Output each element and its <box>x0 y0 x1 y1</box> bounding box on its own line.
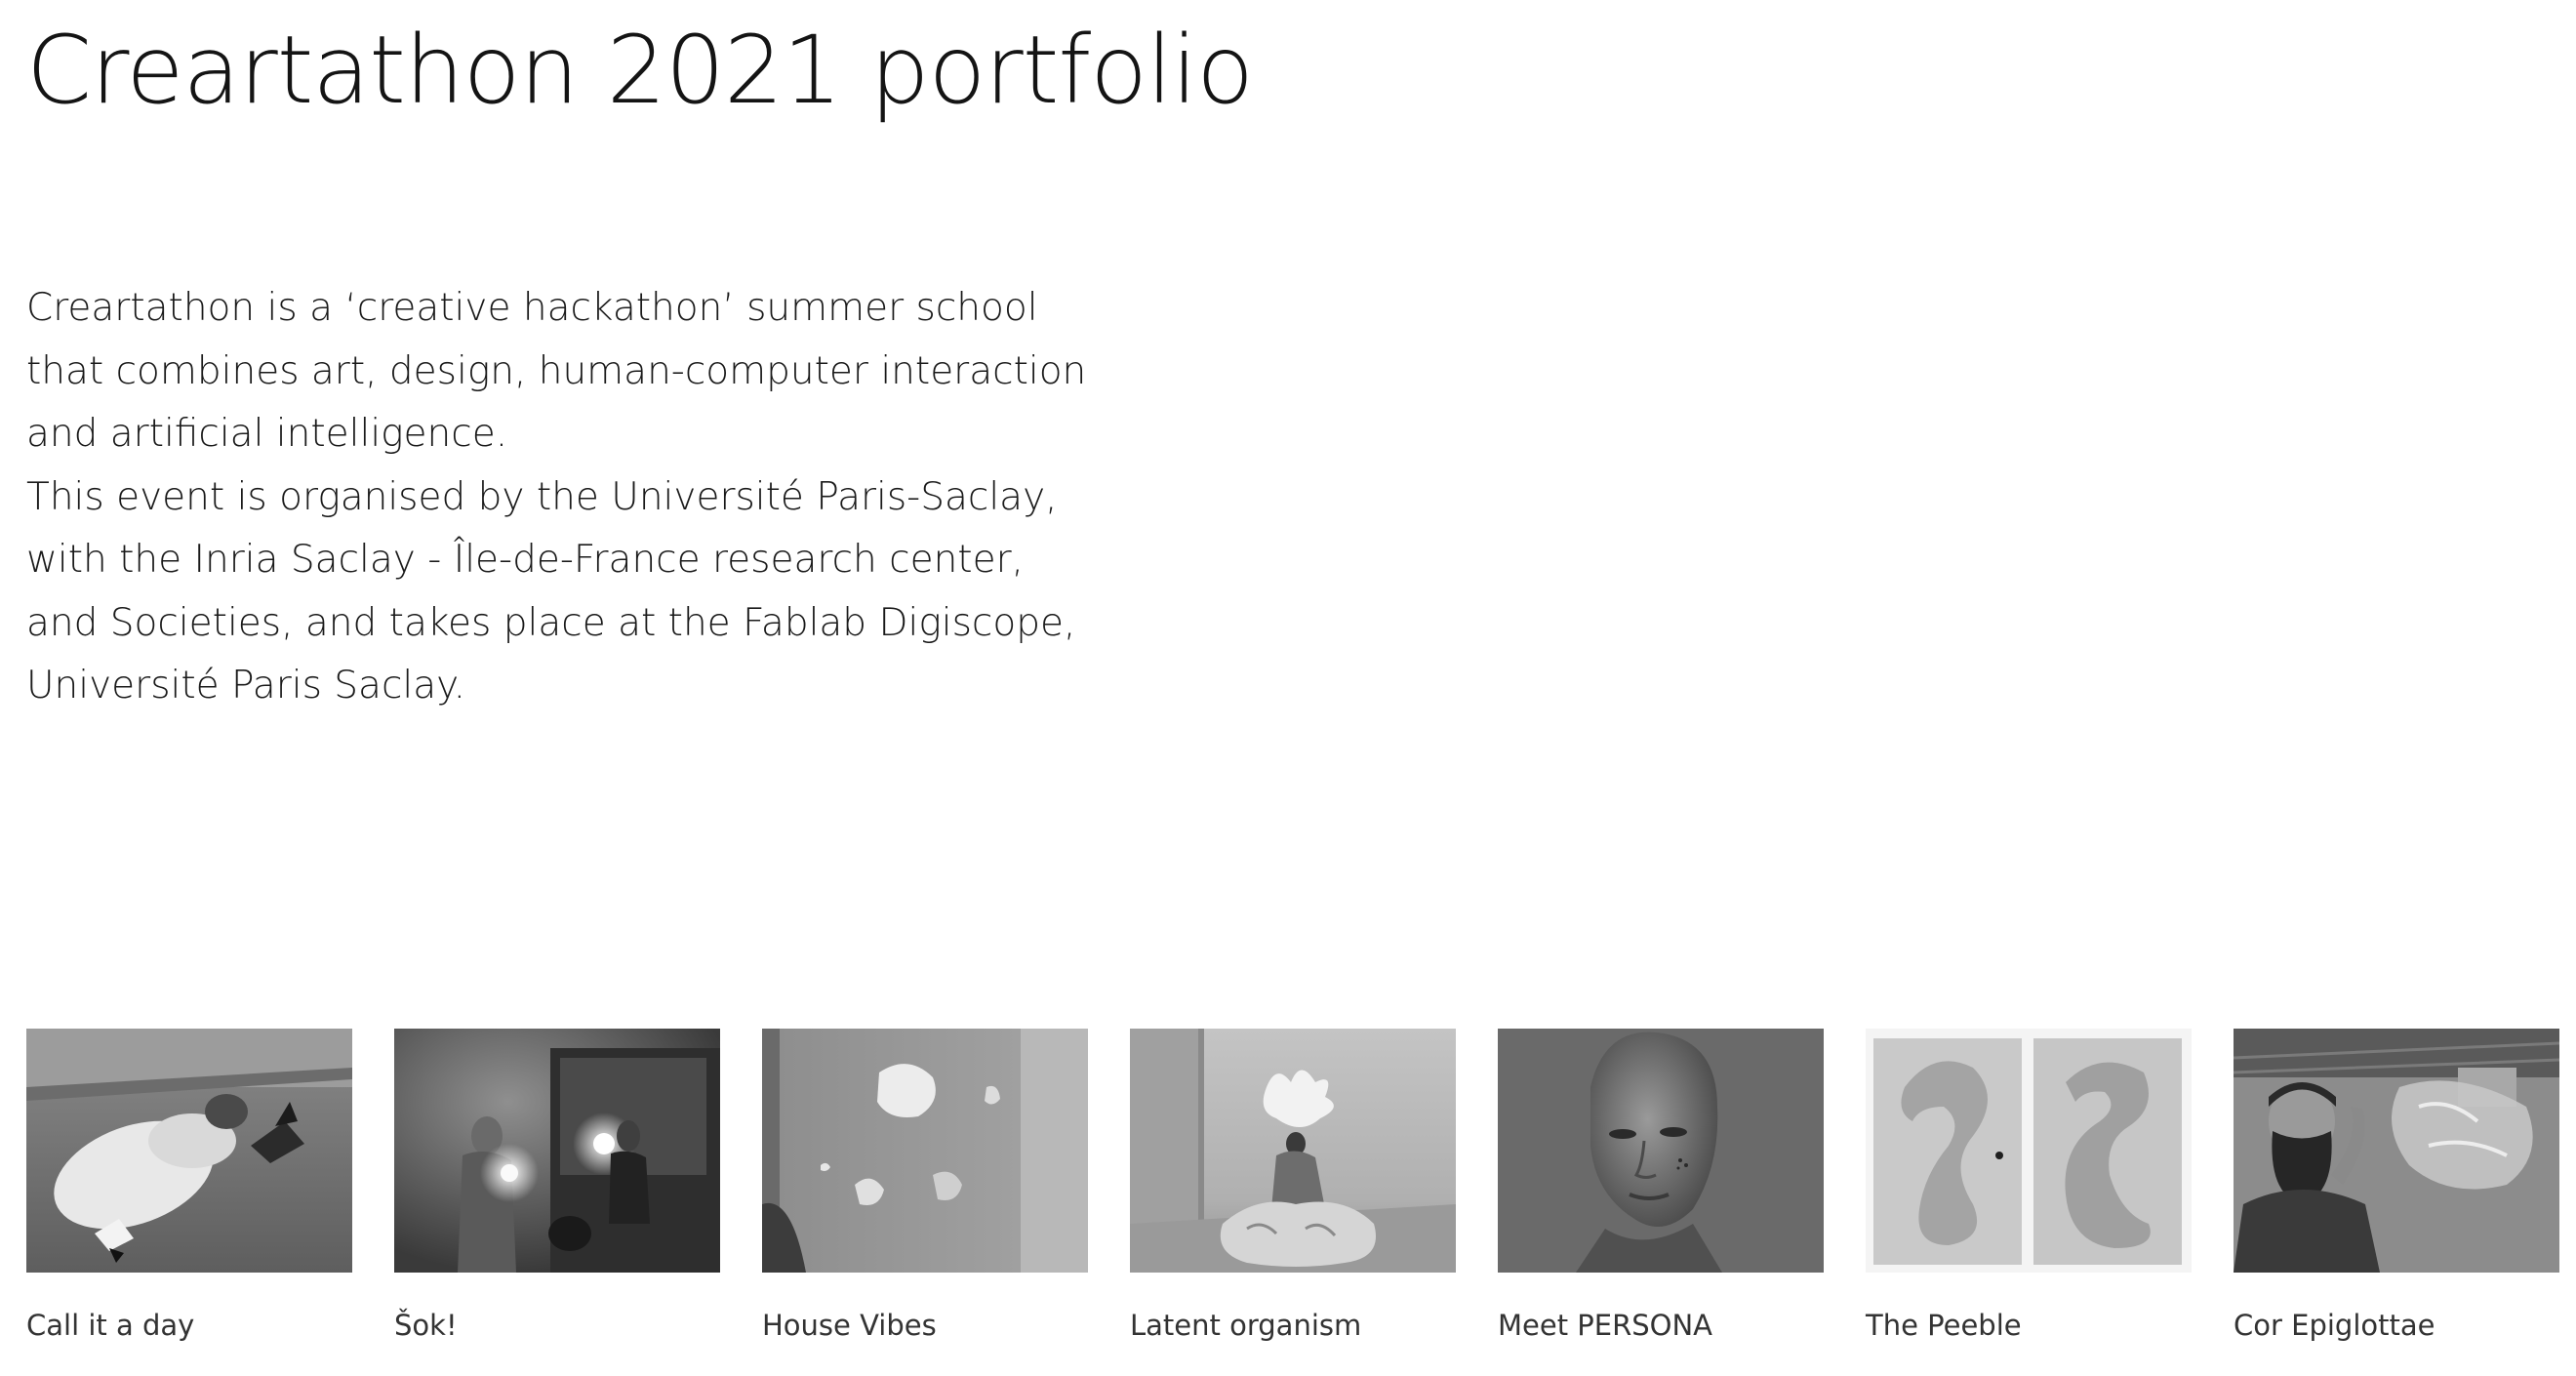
project-title[interactable]: Latent organism <box>1130 1308 1361 1343</box>
intro-line: and artificial intelligence. <box>26 412 508 456</box>
project-thumbnail[interactable] <box>26 1029 352 1273</box>
digital-human-portrait-photo <box>1498 1029 1824 1273</box>
person-lying-on-pillow-photo <box>26 1029 352 1273</box>
project-thumbnail[interactable] <box>1130 1029 1456 1273</box>
project-card-house-vibes[interactable]: House Vibes <box>762 1029 1088 1360</box>
project-title[interactable]: Meet PERSONA <box>1498 1308 1712 1343</box>
project-thumbnail[interactable] <box>2234 1029 2559 1273</box>
bearded-man-with-sculpture-photo <box>2234 1029 2559 1273</box>
intro-line: that combines art, design, human-compute… <box>26 348 1087 393</box>
project-title[interactable]: Šok! <box>394 1308 458 1343</box>
project-card-meet-persona[interactable]: Meet PERSONA <box>1498 1029 1824 1360</box>
project-card-latent-organism[interactable]: Latent organism <box>1130 1029 1456 1360</box>
project-title[interactable]: Cor Epiglottae <box>2234 1308 2435 1343</box>
intro-line: Creartathon is a ‘creative hackathon’ su… <box>26 286 1038 330</box>
page-title: Creartathon 2021 portfolio <box>26 16 1254 125</box>
intro-line: and Societies, and takes place at the Fa… <box>26 600 1076 645</box>
project-card-sok[interactable]: Šok! <box>394 1029 720 1360</box>
project-card-the-peeble[interactable]: The Peeble <box>1866 1029 2192 1360</box>
project-title[interactable]: The Peeble <box>1866 1308 2022 1343</box>
project-title[interactable]: House Vibes <box>762 1308 937 1343</box>
project-title[interactable]: Call it a day <box>26 1308 194 1343</box>
intro-line: with the Inria Saclay - Île-de-France re… <box>26 538 1024 582</box>
project-thumbnail[interactable] <box>762 1029 1088 1273</box>
project-card-call-it-a-day[interactable]: Call it a day <box>26 1029 352 1360</box>
intro-text: Creartathon is a ‘creative hackathon’ su… <box>26 277 1197 718</box>
person-with-floral-sculpture-photo <box>1130 1029 1456 1273</box>
intro-line: This event is organised by the Universit… <box>26 474 1058 519</box>
project-thumbnail[interactable] <box>1498 1029 1824 1273</box>
project-card-cor-epiglottae[interactable]: Cor Epiglottae <box>2234 1029 2559 1360</box>
molded-curved-forms-photo <box>1866 1029 2192 1273</box>
project-gallery: Call it a day Šok! House Vibes Latent or… <box>26 1029 2559 1360</box>
intro-line: Université Paris Saclay. <box>26 664 466 708</box>
people-with-glowing-light-photo <box>394 1029 720 1273</box>
wall-mounted-organic-shapes-photo <box>762 1029 1088 1273</box>
project-thumbnail[interactable] <box>394 1029 720 1273</box>
project-thumbnail[interactable] <box>1866 1029 2192 1273</box>
